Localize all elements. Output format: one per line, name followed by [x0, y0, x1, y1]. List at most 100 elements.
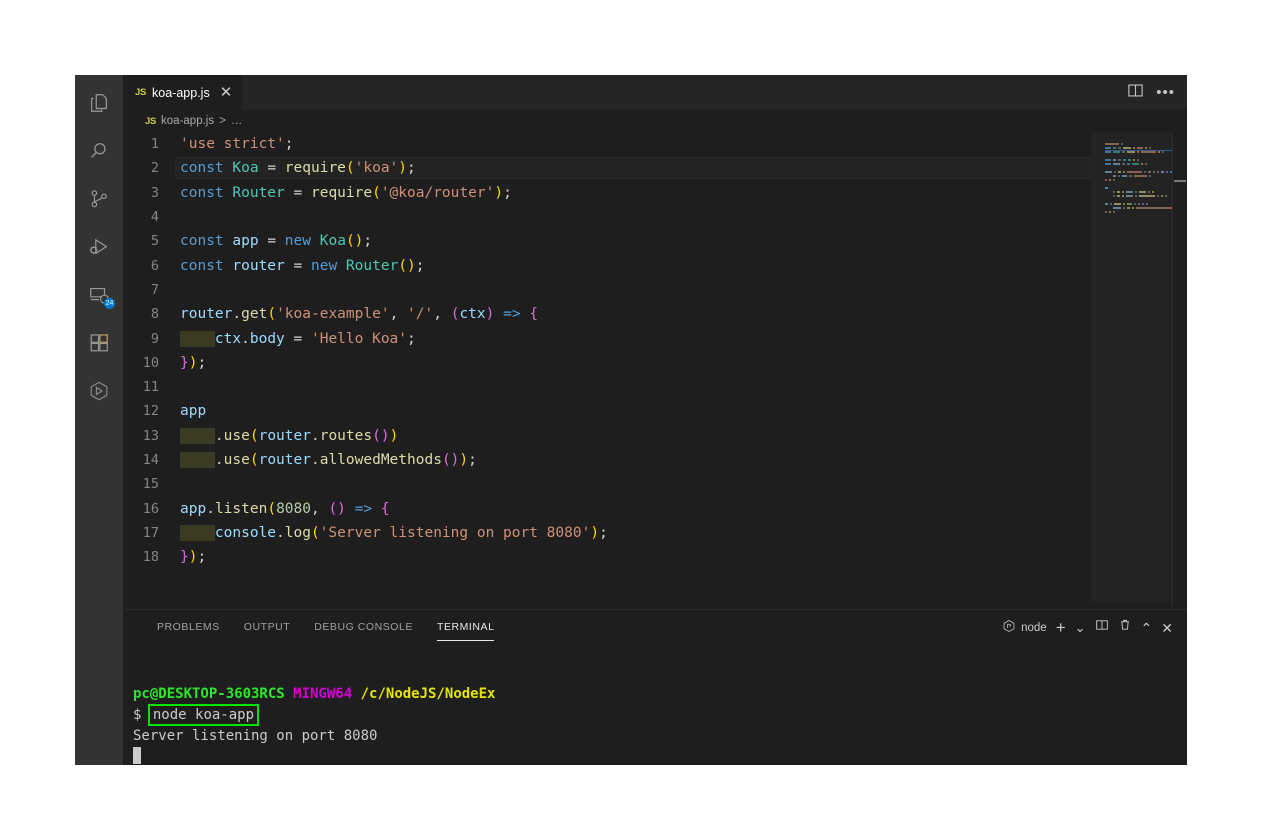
- editor-tab-actions: •••: [1127, 75, 1187, 110]
- code-token: ;: [468, 452, 477, 468]
- panel-tab-output[interactable]: OUTPUT: [232, 610, 302, 645]
- code-token: body: [249, 330, 285, 347]
- code-line[interactable]: 13 .use(router.routes()): [123, 424, 1091, 448]
- more-actions-icon[interactable]: •••: [1156, 85, 1175, 100]
- code-line-text: });: [175, 355, 1091, 371]
- split-editor-icon[interactable]: [1127, 82, 1144, 104]
- terminal-prompt-user: pc@DESKTOP-3603RCS: [133, 686, 285, 702]
- sidebar-item-explorer[interactable]: [75, 79, 123, 127]
- line-number: 18: [142, 549, 159, 566]
- code-line-text: const app = new Koa();: [175, 233, 1091, 249]
- sidebar-item-run-and-debug[interactable]: [75, 223, 123, 271]
- code-line[interactable]: 3 const Router = require('@koa/router');: [123, 181, 1091, 205]
- code-line[interactable]: 7: [123, 278, 1091, 302]
- terminal-prompt-path: /c/NodeJS/NodeEx: [360, 686, 496, 702]
- panel-tab-debug-console[interactable]: DEBUG CONSOLE: [302, 610, 425, 645]
- line-number: 16: [142, 500, 159, 517]
- code-token: 'koa-example': [276, 306, 390, 323]
- code-line[interactable]: 11: [123, 375, 1091, 399]
- terminal-output[interactable]: pc@DESKTOP-3603RCS MINGW64 /c/NodeJS/Nod…: [123, 645, 1187, 765]
- code-token: Koa: [319, 233, 346, 250]
- code-token: get: [241, 306, 268, 323]
- code-line[interactable]: 5 const app = new Koa();: [123, 229, 1091, 253]
- code-token: ): [389, 427, 399, 444]
- line-number: 4: [150, 209, 159, 226]
- split-terminal-icon[interactable]: [1095, 618, 1109, 637]
- code-token: .: [241, 330, 250, 347]
- code-line[interactable]: 14 .use(router.allowedMethods());: [123, 448, 1091, 472]
- code-token: .: [214, 427, 224, 444]
- code-token: =: [284, 330, 311, 347]
- terminal-shell-selector[interactable]: node: [1002, 619, 1047, 636]
- code-line-text: const router = new Router();: [175, 258, 1091, 274]
- editor-main-column: JS koa-app.js ✕ ••• JS koa-app.js > … 1 …: [123, 75, 1187, 765]
- code-token: Router: [232, 184, 285, 201]
- code-token: ;: [407, 160, 416, 177]
- code-line[interactable]: 12 app: [123, 399, 1091, 423]
- code-line[interactable]: 17 console.log('Server listening on port…: [123, 521, 1091, 545]
- code-token: }: [180, 354, 189, 371]
- code-token: .: [206, 500, 215, 517]
- code-token: .: [276, 524, 285, 541]
- code-line[interactable]: 6 const router = new Router();: [123, 253, 1091, 277]
- code-line-text: .use(router.allowedMethods());: [175, 452, 1091, 468]
- breadcrumb-overflow[interactable]: …: [231, 115, 243, 127]
- code-line[interactable]: 9 ctx.body = 'Hello Koa';: [123, 326, 1091, 350]
- search-icon: [88, 140, 110, 162]
- code-token: =>: [503, 306, 521, 323]
- code-line[interactable]: 4: [123, 205, 1091, 229]
- code-token: {: [380, 500, 390, 517]
- code-line[interactable]: 15: [123, 472, 1091, 496]
- code-token: ): [494, 184, 504, 201]
- editor-area: 1'use strict'; 2 const Koa = require('koa'…: [123, 132, 1187, 609]
- line-number: 17: [142, 524, 159, 541]
- new-terminal-button[interactable]: +: [1056, 619, 1066, 636]
- code-token: (): [441, 452, 460, 468]
- code-line[interactable]: 2 const Koa = require('koa');: [123, 156, 1091, 180]
- sidebar-item-source-control[interactable]: [75, 175, 123, 223]
- panel-tab-terminal[interactable]: TERMINAL: [425, 610, 507, 645]
- terminal-prompt-symbol: $: [133, 707, 142, 723]
- panel-tab-problems[interactable]: PROBLEMS: [145, 610, 232, 645]
- sidebar-item-node-dependencies[interactable]: [75, 367, 123, 415]
- sidebar-item-extensions[interactable]: [75, 319, 123, 367]
- new-terminal-dropdown-icon[interactable]: ⌄: [1075, 621, 1086, 634]
- code-line[interactable]: 18});: [123, 545, 1091, 569]
- editor-scrollbar[interactable]: [1172, 132, 1187, 609]
- maximize-panel-icon[interactable]: ⌃: [1141, 621, 1153, 635]
- activity-bar: 24: [75, 75, 123, 765]
- code-line[interactable]: 16 app.listen(8080, () => {: [123, 496, 1091, 520]
- code-token: (: [249, 427, 259, 444]
- breadcrumb-file[interactable]: koa-app.js: [161, 115, 214, 127]
- sidebar-item-remote-explorer[interactable]: 24: [75, 271, 123, 319]
- close-icon[interactable]: ✕: [220, 85, 233, 100]
- code-token: log: [284, 524, 311, 541]
- close-panel-icon[interactable]: ✕: [1161, 621, 1173, 635]
- code-token: router: [232, 257, 285, 274]
- code-editor[interactable]: 1'use strict'; 2 const Koa = require('koa'…: [123, 132, 1091, 609]
- code-token: ;: [407, 330, 416, 347]
- code-token: app: [180, 403, 207, 420]
- code-token: 'Server listening on port 8080': [319, 524, 591, 541]
- code-token: const: [180, 257, 224, 274]
- scrollbar-decoration: [1174, 180, 1186, 182]
- sidebar-item-search[interactable]: [75, 127, 123, 175]
- line-number: 10: [142, 354, 159, 371]
- code-token: router: [258, 452, 311, 468]
- code-line[interactable]: 8 router.get('koa-example', '/', (ctx) =>…: [123, 302, 1091, 326]
- code-token: (: [372, 184, 381, 201]
- code-token: app: [180, 500, 207, 517]
- code-token: ,: [433, 306, 451, 323]
- editor-tab-koa-app-js[interactable]: JS koa-app.js ✕: [123, 75, 244, 110]
- code-line[interactable]: 10});: [123, 351, 1091, 375]
- code-line-text: console.log('Server listening on port 80…: [175, 524, 1091, 541]
- code-token: =: [284, 184, 311, 201]
- code-token: (: [249, 452, 259, 468]
- line-number: 11: [142, 379, 159, 396]
- code-token: ): [398, 160, 408, 177]
- trash-icon[interactable]: [1118, 618, 1132, 637]
- code-line[interactable]: 1 'use strict';: [123, 132, 1091, 156]
